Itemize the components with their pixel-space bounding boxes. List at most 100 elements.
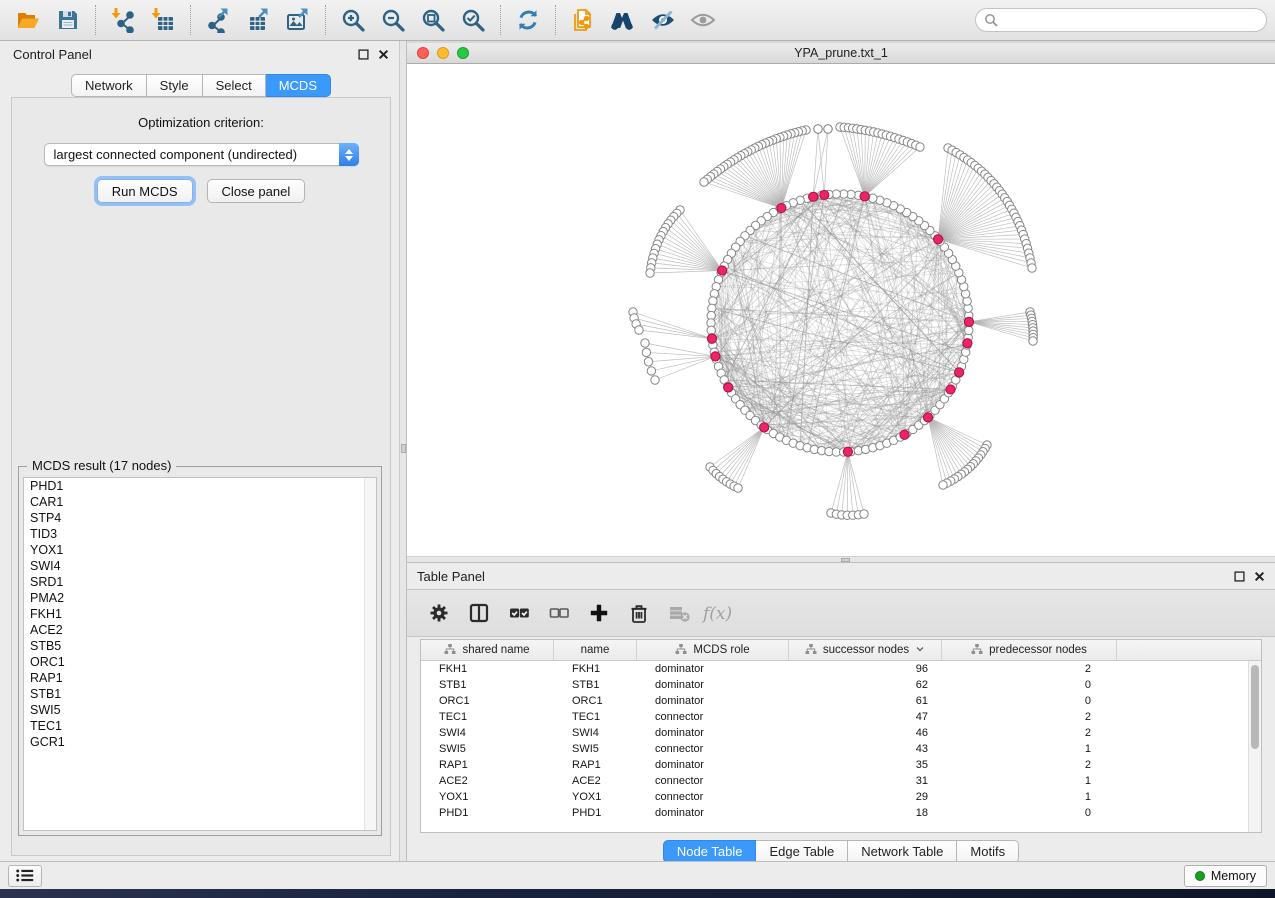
cell-successor-nodes[interactable]: 46 [789, 725, 942, 741]
column-header-predecessor-nodes[interactable]: predecessor nodes [942, 640, 1117, 660]
mcds-result-item[interactable]: GCR1 [24, 734, 376, 750]
cell-MCDS-role[interactable]: connector [637, 789, 789, 805]
cell-name[interactable]: YOX1 [554, 789, 637, 805]
cell-name[interactable]: FKH1 [554, 661, 637, 677]
cell-MCDS-role[interactable]: dominator [637, 725, 789, 741]
mcds-node[interactable] [707, 334, 716, 343]
cell-successor-nodes[interactable]: 96 [789, 661, 942, 677]
mcds-node[interactable] [724, 383, 733, 392]
cell-shared-name[interactable]: FKH1 [421, 661, 554, 677]
vertical-splitter[interactable] [400, 41, 407, 861]
leaf-node[interactable] [814, 125, 822, 133]
leaf-node[interactable] [1028, 264, 1036, 272]
sort-desc-icon[interactable] [915, 644, 925, 657]
cell-name[interactable]: ORC1 [554, 693, 637, 709]
float-panel-button[interactable] [1234, 571, 1245, 582]
tab-network-table[interactable]: Network Table [848, 840, 957, 863]
mcds-result-item[interactable]: YOX1 [24, 542, 376, 558]
mcds-node[interactable] [777, 203, 786, 212]
cell-name[interactable]: PHD1 [554, 805, 637, 821]
cell-predecessor-nodes[interactable]: 0 [942, 677, 1117, 693]
cell-MCDS-role[interactable]: dominator [637, 677, 789, 693]
table-row[interactable]: SWI5SWI5connector431 [421, 741, 1261, 757]
cell-shared-name[interactable]: PHD1 [421, 805, 554, 821]
table-row[interactable]: TEC1TEC1connector472 [421, 709, 1261, 725]
cell-shared-name[interactable]: RAP1 [421, 757, 554, 773]
tab-style[interactable]: Style [147, 74, 203, 97]
cell-name[interactable]: SWI5 [554, 741, 637, 757]
list-scrollbar[interactable] [364, 478, 376, 830]
table-row[interactable]: PHD1PHD1dominator180 [421, 805, 1261, 821]
network-titlebar[interactable]: YPA_prune.txt_1 [407, 43, 1275, 64]
cell-predecessor-nodes[interactable]: 1 [942, 773, 1117, 789]
mcds-node[interactable] [946, 385, 955, 394]
mcds-result-item[interactable]: PMA2 [24, 590, 376, 606]
network-node[interactable] [965, 326, 973, 334]
find-button[interactable] [603, 3, 643, 37]
mcds-node[interactable] [760, 423, 769, 432]
cell-MCDS-role[interactable]: connector [637, 773, 789, 789]
scrollbar-thumb[interactable] [1251, 665, 1259, 749]
column-header-MCDS-role[interactable]: MCDS role [637, 640, 789, 660]
leaf-node[interactable] [860, 510, 868, 518]
leaf-node[interactable] [1029, 337, 1037, 345]
horizontal-splitter[interactable] [407, 556, 1275, 563]
mcds-result-item[interactable]: STB1 [24, 686, 376, 702]
cell-MCDS-role[interactable]: dominator [637, 661, 789, 677]
cell-shared-name[interactable]: SWI4 [421, 725, 554, 741]
zoom-in-button[interactable] [333, 3, 373, 37]
table-settings-button[interactable] [421, 595, 457, 631]
leaf-node[interactable] [734, 484, 742, 492]
zoom-out-button[interactable] [373, 3, 413, 37]
cell-predecessor-nodes[interactable]: 0 [942, 693, 1117, 709]
cell-successor-nodes[interactable]: 18 [789, 805, 942, 821]
mcds-node[interactable] [955, 368, 964, 377]
show-panels-button[interactable] [8, 865, 42, 887]
run-mcds-button[interactable]: Run MCDS [97, 179, 193, 203]
cell-MCDS-role[interactable]: dominator [637, 693, 789, 709]
leaf-node[interactable] [642, 348, 650, 356]
tab-network[interactable]: Network [71, 74, 147, 97]
tab-edge-table[interactable]: Edge Table [756, 840, 848, 863]
close-panel-button[interactable] [378, 49, 389, 60]
mcds-node[interactable] [900, 430, 909, 439]
hide-selected-button[interactable] [643, 3, 683, 37]
tab-node-table[interactable]: Node Table [663, 840, 757, 863]
mcds-result-item[interactable]: RAP1 [24, 670, 376, 686]
clone-network-button[interactable] [563, 3, 603, 37]
mcds-result-item[interactable]: SWI4 [24, 558, 376, 574]
mcds-node[interactable] [843, 447, 852, 456]
mcds-result-item[interactable]: FKH1 [24, 606, 376, 622]
mcds-result-item[interactable]: STP4 [24, 510, 376, 526]
tab-mcds[interactable]: MCDS [266, 74, 331, 97]
cell-predecessor-nodes[interactable]: 1 [942, 789, 1117, 805]
cell-name[interactable]: SWI4 [554, 725, 637, 741]
cell-successor-nodes[interactable]: 62 [789, 677, 942, 693]
cell-successor-nodes[interactable]: 31 [789, 773, 942, 789]
open-session-button[interactable] [8, 3, 48, 37]
leaf-node[interactable] [651, 376, 659, 384]
leaf-node[interactable] [646, 269, 654, 277]
column-header-successor-nodes[interactable]: successor nodes [789, 640, 942, 660]
deselect-all-button[interactable] [541, 595, 577, 631]
mcds-node[interactable] [820, 190, 829, 199]
criterion-dropdown[interactable]: largest connected component (undirected) [44, 143, 359, 166]
close-panel-button[interactable] [1254, 571, 1265, 582]
mcds-result-item[interactable]: ACE2 [24, 622, 376, 638]
cell-successor-nodes[interactable]: 29 [789, 789, 942, 805]
apply-layout-button[interactable] [508, 3, 548, 37]
table-row[interactable]: ACE2ACE2connector311 [421, 773, 1261, 789]
zoom-selected-button[interactable] [453, 3, 493, 37]
save-session-button[interactable] [48, 3, 88, 37]
table-row[interactable]: FKH1FKH1dominator962 [421, 661, 1261, 677]
column-header-name[interactable]: name [554, 640, 637, 660]
mcds-node[interactable] [718, 266, 727, 275]
import-network-button[interactable] [103, 3, 143, 37]
zoom-fit-button[interactable] [413, 3, 453, 37]
column-header-shared-name[interactable]: shared name [421, 640, 554, 660]
mcds-result-item[interactable]: SWI5 [24, 702, 376, 718]
cell-successor-nodes[interactable]: 43 [789, 741, 942, 757]
close-panel-button-bottom[interactable]: Close panel [207, 179, 306, 203]
cell-successor-nodes[interactable]: 47 [789, 709, 942, 725]
create-column-button[interactable] [581, 595, 617, 631]
